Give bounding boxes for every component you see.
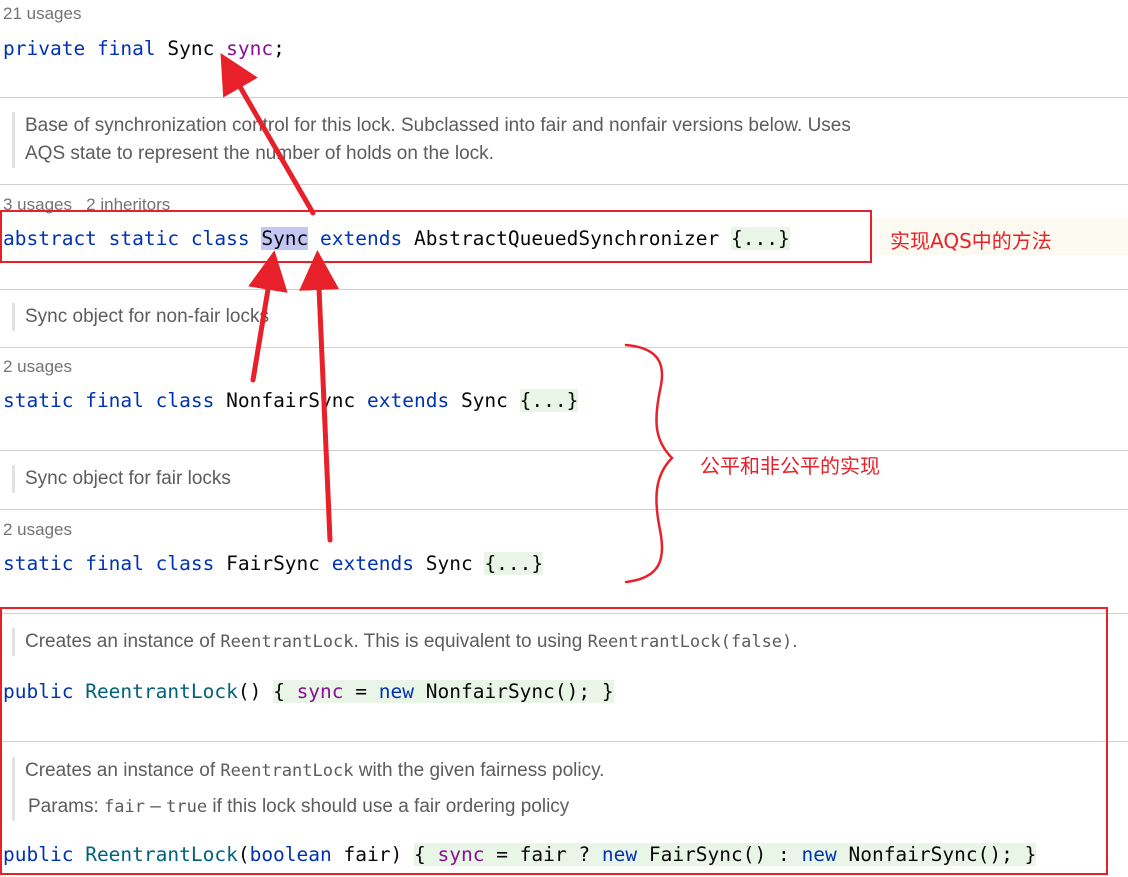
keyword: extends xyxy=(331,552,414,575)
doc-line: Sync object for non-fair locks xyxy=(25,306,269,327)
usages-hint[interactable]: 21 usages xyxy=(3,4,81,24)
punct: ; xyxy=(273,37,285,60)
type-name: Sync xyxy=(167,37,215,60)
divider xyxy=(0,97,1128,98)
class-name[interactable]: FairSync xyxy=(226,552,320,575)
base-class[interactable]: Sync xyxy=(461,389,508,412)
keyword: extends xyxy=(367,389,450,412)
base-class[interactable]: Sync xyxy=(426,552,473,575)
keyword: private xyxy=(3,37,86,60)
divider xyxy=(0,450,1128,451)
divider xyxy=(0,184,1128,185)
fold-toggle[interactable]: {...} xyxy=(519,389,579,412)
divider xyxy=(0,509,1128,510)
divider xyxy=(0,289,1128,290)
keyword: static xyxy=(3,389,74,412)
code-line-nonfairsync[interactable]: static final class NonfairSync extends S… xyxy=(3,389,579,412)
annotation-aqs-note: 实现AQS中的方法 xyxy=(890,229,1052,253)
fold-toggle[interactable]: {...} xyxy=(484,552,544,575)
keyword: class xyxy=(155,389,215,412)
annotation-box-sync xyxy=(0,210,872,263)
doc-line: Base of synchronization control for this… xyxy=(25,115,851,136)
class-name[interactable]: NonfairSync xyxy=(226,389,355,412)
annotation-fair-note: 公平和非公平的实现 xyxy=(700,454,880,478)
usages-hint[interactable]: 2 usages xyxy=(3,520,72,540)
doc-comment-sync: Base of synchronization control for this… xyxy=(12,112,1128,168)
code-line-sync-field[interactable]: private final Sync sync; xyxy=(3,37,285,60)
field-name: sync xyxy=(226,37,274,60)
keyword: class xyxy=(155,552,215,575)
doc-comment-nonfair: Sync object for non-fair locks xyxy=(12,303,1128,331)
usages-hint[interactable]: 2 usages xyxy=(3,357,72,377)
keyword: final xyxy=(85,389,144,412)
curly-brace xyxy=(624,343,674,584)
keyword: final xyxy=(85,552,144,575)
annotation-box-constructors xyxy=(0,607,1108,875)
doc-comment-fair: Sync object for fair locks xyxy=(12,465,1128,493)
keyword: static xyxy=(3,552,74,575)
code-line-fairsync[interactable]: static final class FairSync extends Sync… xyxy=(3,552,544,575)
keyword: final xyxy=(96,37,156,60)
doc-line: AQS state to represent the number of hol… xyxy=(25,143,494,164)
divider xyxy=(0,347,1128,348)
doc-line: Sync object for fair locks xyxy=(25,468,231,489)
